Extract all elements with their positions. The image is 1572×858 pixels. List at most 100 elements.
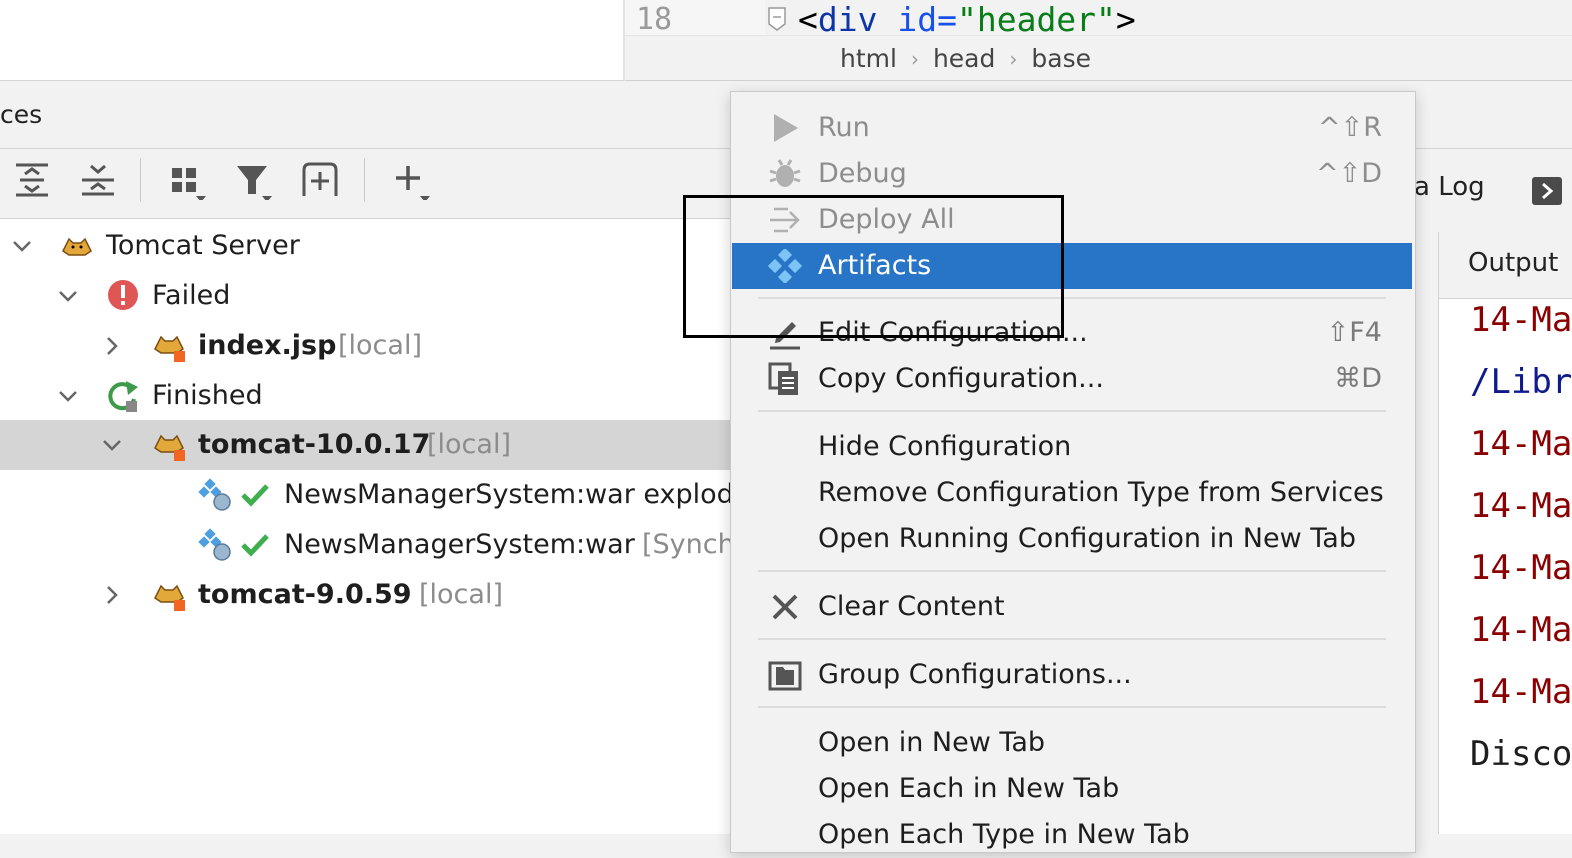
tree-row-artifact-exploded[interactable]: NewsManagerSystem:war explod — [0, 470, 735, 520]
menu-item-label: Open Running Configuration in New Tab — [818, 523, 1356, 554]
tree-row-finished[interactable]: Finished — [0, 371, 735, 421]
check-icon — [241, 534, 269, 557]
menu-item-label: Run — [818, 112, 870, 143]
expand-panel-icon[interactable] — [1532, 177, 1562, 205]
console-line: /Libr — [1470, 362, 1572, 402]
console-line: 14-Ma — [1470, 610, 1572, 650]
chevron-down-icon[interactable] — [10, 234, 34, 258]
tree-label: NewsManagerSystem:war — [284, 529, 635, 560]
menu-item-label: Group Configurations... — [818, 659, 1132, 690]
menu-separator — [758, 706, 1386, 708]
tree-label-suffix: [local] — [427, 429, 511, 460]
console-line: 14-Ma — [1470, 424, 1572, 464]
group-icon[interactable] — [168, 160, 208, 200]
tree-row-tomcat-server[interactable]: Tomcat Server — [0, 221, 735, 271]
tree-row-tomcat-10[interactable]: tomcat-10.0.17 [local] — [0, 420, 735, 470]
menu-item-open-each-in-new-tab[interactable]: Open Each in New Tab — [732, 766, 1412, 812]
line-number: 18 — [636, 2, 673, 37]
breadcrumb-separator-icon: › — [1009, 46, 1018, 71]
check-icon — [241, 484, 269, 507]
copy-icon — [768, 362, 798, 395]
editor-left-area — [0, 0, 625, 81]
menu-item-label: Hide Configuration — [818, 431, 1072, 462]
tree-row-failed[interactable]: Failed — [0, 271, 735, 321]
chevron-down-icon[interactable] — [56, 284, 80, 308]
menu-item-label: Remove Configuration Type from Services — [818, 477, 1384, 508]
console-line: 14-Ma — [1470, 486, 1572, 526]
menu-item-shortcut: ^⇧R — [1317, 112, 1382, 143]
menu-item-open-running-configuration[interactable]: Open Running Configuration in New Tab — [732, 516, 1412, 562]
console-line: 14-Ma — [1470, 300, 1572, 340]
tree-label: Failed — [152, 280, 231, 311]
console-line: 14-Ma — [1470, 548, 1572, 588]
code-open-bracket: < — [798, 0, 818, 39]
folder-icon — [768, 661, 802, 691]
menu-item-shortcut: ⇧F4 — [1326, 317, 1382, 348]
menu-item-open-each-type-in-new-tab[interactable]: Open Each Type in New Tab — [732, 812, 1412, 858]
add-service-icon[interactable] — [300, 160, 340, 200]
breadcrumb-separator-icon: › — [910, 46, 919, 71]
add-icon[interactable] — [392, 160, 432, 200]
tree-row-index-jsp[interactable]: index.jsp [local] — [0, 321, 735, 371]
menu-item-shortcut: ⌘D — [1334, 363, 1382, 394]
menu-item-remove-configuration-type[interactable]: Remove Configuration Type from Services — [732, 470, 1412, 516]
tab-output[interactable]: Output — [1468, 248, 1558, 278]
code-attribute: id= — [877, 0, 957, 39]
menu-item-shortcut: ^⇧D — [1315, 158, 1382, 189]
tomcat-icon — [62, 237, 92, 256]
menu-separator — [758, 570, 1386, 572]
breadcrumb-item-base[interactable]: base — [1031, 44, 1091, 73]
tree-label-suffix: [local] — [338, 330, 422, 361]
toolbar-separator — [140, 158, 141, 202]
chevron-down-icon[interactable] — [100, 433, 124, 457]
breadcrumb: html › head › base — [840, 44, 1091, 73]
menu-item-clear-content[interactable]: Clear Content — [732, 584, 1412, 630]
menu-item-open-in-new-tab[interactable]: Open in New Tab — [732, 720, 1412, 766]
menu-item-label: Clear Content — [818, 591, 1005, 622]
menu-item-label: Open Each in New Tab — [818, 773, 1120, 804]
tree-label: index.jsp — [198, 330, 337, 361]
breadcrumb-item-html[interactable]: html — [840, 44, 897, 73]
artifact-icon — [198, 528, 231, 561]
tomcat-icon — [154, 584, 185, 611]
code-close-bracket: > — [1115, 0, 1136, 39]
menu-item-debug[interactable]: Debug ^⇧D — [732, 151, 1412, 197]
panel-title: ces — [0, 100, 43, 129]
tree-label: tomcat-10.0.17 — [198, 429, 431, 460]
collapse-all-icon[interactable] — [78, 160, 118, 200]
filter-icon[interactable] — [234, 160, 274, 200]
code-line[interactable]: <div id="header"> — [798, 0, 1136, 39]
tree-row-tomcat-9[interactable]: tomcat-9.0.59 [local] — [0, 570, 735, 620]
menu-item-hide-configuration[interactable]: Hide Configuration — [732, 424, 1412, 470]
tree-label-suffix: [Synch — [642, 529, 735, 560]
debug-icon — [769, 159, 801, 187]
editor-bottom-border — [625, 80, 1572, 81]
tomcat-icon — [154, 335, 185, 362]
annotation-highlight-box — [683, 195, 1064, 338]
finished-icon — [108, 381, 138, 412]
tree-label: Finished — [152, 380, 263, 411]
menu-item-run[interactable]: Run ^⇧R — [732, 105, 1412, 151]
tab-log[interactable]: a Log — [1414, 172, 1485, 202]
code-attribute-value: "header" — [956, 0, 1116, 39]
menu-item-label: Copy Configuration... — [818, 363, 1104, 394]
artifact-icon — [198, 478, 231, 511]
breadcrumb-item-head[interactable]: head — [933, 44, 995, 73]
clear-icon — [772, 594, 798, 620]
fold-marker-icon[interactable] — [766, 6, 788, 32]
chevron-right-icon[interactable] — [100, 583, 124, 607]
toolbar-separator — [364, 158, 365, 202]
expand-all-icon[interactable] — [12, 160, 52, 200]
tomcat-icon — [154, 434, 185, 461]
tree-row-artifact-war[interactable]: NewsManagerSystem:war [Synch — [0, 520, 735, 570]
chevron-down-icon[interactable] — [56, 384, 80, 408]
tree-label: NewsManagerSystem:war explod — [284, 479, 734, 510]
menu-separator — [758, 638, 1386, 640]
console-line: Disco — [1470, 734, 1572, 774]
editor-divider — [625, 35, 1572, 36]
menu-item-copy-configuration[interactable]: Copy Configuration... ⌘D — [732, 356, 1412, 402]
code-tag: div — [817, 0, 878, 39]
console-line: 14-Ma — [1470, 672, 1572, 712]
chevron-right-icon[interactable] — [100, 334, 124, 358]
menu-item-group-configurations[interactable]: Group Configurations... — [732, 652, 1412, 698]
